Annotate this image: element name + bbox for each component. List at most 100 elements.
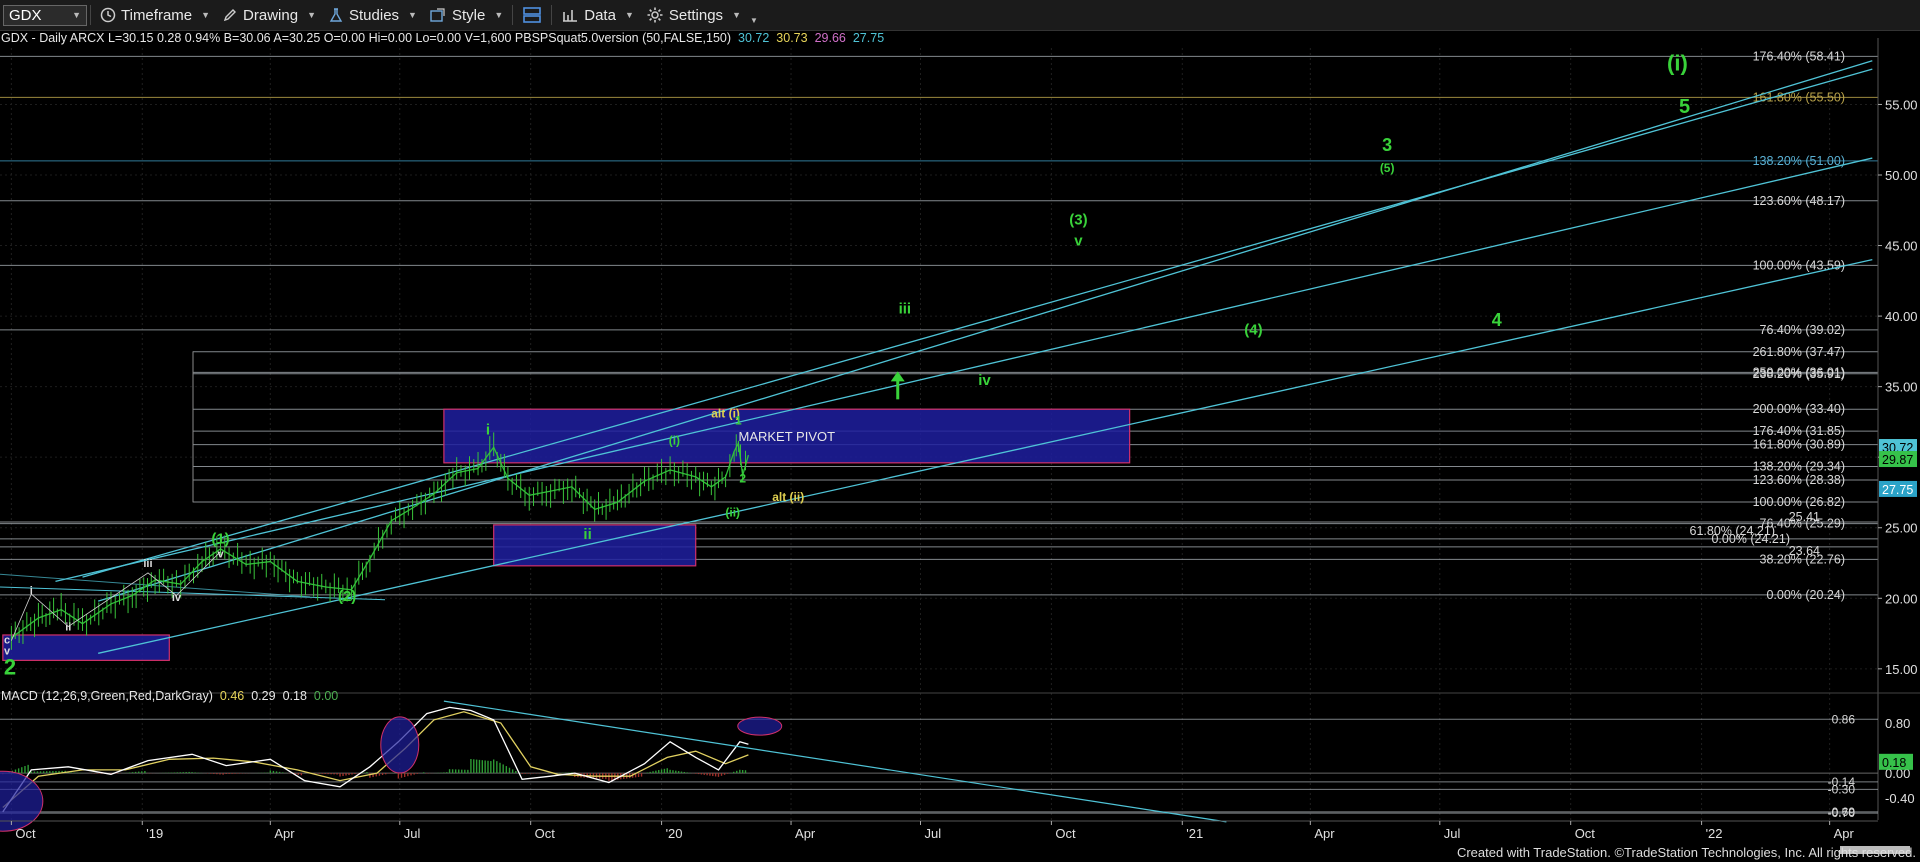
time-axis-label: Oct	[1055, 826, 1076, 841]
macd-value-tag-label: 0.18	[1882, 756, 1906, 770]
price-tag-label: 29.87	[1882, 453, 1913, 467]
drawing-menu[interactable]: Drawing ▼	[216, 0, 322, 30]
trend-line	[0, 573, 311, 598]
wave-label: 2	[4, 654, 16, 679]
time-axis-label: Apr	[1314, 826, 1335, 841]
macd-level-label: -0.70	[1828, 806, 1856, 820]
wave-label: (ii)	[725, 505, 740, 519]
chevron-down-icon: ▼	[307, 10, 316, 20]
fib-level-label: 0.00% (24.21)	[1711, 532, 1790, 546]
macd-level-label: -0.14	[1828, 775, 1856, 789]
price-axis-label: 45.00	[1885, 239, 1918, 254]
wave-label: 3	[1382, 135, 1392, 155]
time-axis-label: '20	[666, 826, 683, 841]
wave-label: (i)	[1667, 51, 1688, 76]
gear-icon	[647, 7, 663, 23]
data-label: Data	[584, 6, 616, 24]
data-menu[interactable]: Data ▼	[555, 0, 640, 30]
fib-level-label: 100.00% (26.82)	[1753, 495, 1845, 509]
clock-icon	[100, 7, 116, 23]
macd-axis-label: -0.40	[1885, 791, 1915, 806]
channel-line	[98, 259, 1873, 654]
time-axis-label: '22	[1706, 826, 1723, 841]
macd-highlight-ellipse	[0, 770, 44, 832]
style-label: Style	[451, 6, 486, 24]
time-axis-label: Jul	[1444, 826, 1461, 841]
pivot-zone	[493, 524, 697, 567]
fib-level-label: 61.80% (24.21)	[1690, 524, 1775, 538]
price-tag	[1879, 451, 1917, 468]
bar-chart-icon	[563, 10, 578, 22]
time-axis-label: Apr	[1834, 826, 1855, 841]
time-axis-label: Jul	[925, 826, 942, 841]
fib-level-label: 238.20% (35.91)	[1753, 367, 1845, 381]
chevron-down-icon: ▼	[494, 10, 504, 20]
macd-value: 0.00	[313, 689, 339, 703]
layout-icon	[523, 7, 542, 23]
time-axis-label: Apr	[795, 826, 816, 841]
macd-axis-label: 0.00	[1885, 766, 1910, 781]
price-axis-label: 50.00	[1885, 168, 1918, 183]
fib-level-label: 123.60% (28.38)	[1753, 473, 1845, 487]
pencil-icon	[223, 9, 237, 22]
style-menu[interactable]: Style ▼	[423, 0, 509, 30]
fib-level-label: 100.00% (43.59)	[1753, 258, 1845, 272]
fib-level-label: 250.00% (36.01)	[1753, 365, 1845, 379]
price-axis-label: 55.00	[1885, 97, 1918, 112]
macd-trendline	[443, 700, 1227, 823]
price-axis-label: 15.00	[1885, 662, 1918, 677]
studies-menu[interactable]: Studies ▼	[322, 0, 423, 30]
fib-level-label: 138.20% (29.34)	[1753, 459, 1845, 473]
chevron-down-icon: ▼	[749, 15, 758, 25]
wave-label: i	[30, 585, 33, 597]
settings-menu[interactable]: Settings ▼ ▼	[640, 0, 764, 30]
macd-value: 0.46	[219, 689, 245, 703]
wave-label: (2)	[338, 588, 356, 605]
toolbar-divider	[90, 5, 91, 25]
wave-label: 1	[735, 414, 742, 428]
macd-value: 0.18	[282, 689, 307, 703]
macd-level-label: 0.86	[1832, 712, 1856, 726]
fib-level-label: 176.40% (58.41)	[1753, 49, 1845, 63]
time-axis-label: Jul	[404, 826, 421, 841]
fib-level-label: 161.80% (30.89)	[1753, 438, 1845, 452]
wave-label: 5	[1679, 96, 1690, 118]
pivot-zone	[443, 408, 1131, 464]
time-axis-label: Oct	[535, 826, 556, 841]
fib-level-label: 161.80% (55.50)	[1753, 90, 1845, 104]
price-chart[interactable]: 176.40% (58.41) 161.80% (55.50) 138.20% (5…	[0, 0, 1920, 862]
toolbar-divider	[512, 5, 514, 25]
wave-swing-line	[11, 551, 221, 641]
chevron-down-icon: ▼	[624, 10, 634, 20]
indicator-value: 30.72	[738, 31, 770, 45]
macd-value: 0.29	[251, 689, 276, 703]
chart-toolbar: GDX ▼ Timeframe ▼ Drawing ▼ Studies ▼ St…	[0, 0, 1920, 31]
symbol-info-line: GDX - Daily ARCX L=30.15 0.28 0.94% B=30…	[1, 31, 884, 47]
symbol-text: GDX	[9, 6, 42, 24]
macd-signal-line	[2, 711, 749, 808]
wave-label: (5)	[1380, 161, 1395, 175]
toolbar-divider	[551, 5, 553, 25]
flask-icon	[329, 8, 343, 22]
chevron-down-icon: ▼	[72, 10, 81, 20]
wave-label: v	[4, 646, 11, 658]
wave-label: iii	[143, 558, 152, 570]
price-tag-label: 30.72	[1882, 441, 1913, 455]
price-tag	[1879, 439, 1917, 456]
wave-label: alt (ii)	[772, 490, 804, 504]
wave-label: (4)	[1244, 321, 1262, 338]
wave-label: c	[4, 634, 10, 646]
price-axis-label: 20.00	[1885, 591, 1918, 606]
fib-level-label: 123.60% (48.17)	[1753, 194, 1845, 208]
layout-button[interactable]	[516, 0, 548, 30]
up-arrow-icon	[890, 371, 905, 382]
time-axis-label: '19	[146, 826, 163, 841]
wave-label: v	[1074, 233, 1083, 250]
footer-credit: Created with TradeStation. ©TradeStation…	[1456, 845, 1916, 860]
timeframe-menu[interactable]: Timeframe ▼	[94, 0, 216, 30]
chevron-down-icon: ▼	[732, 10, 741, 20]
time-axis-label: '21	[1186, 826, 1203, 841]
price-tag	[1879, 480, 1917, 497]
wave-label: 2	[739, 472, 746, 486]
symbol-input[interactable]: GDX ▼	[3, 4, 87, 26]
